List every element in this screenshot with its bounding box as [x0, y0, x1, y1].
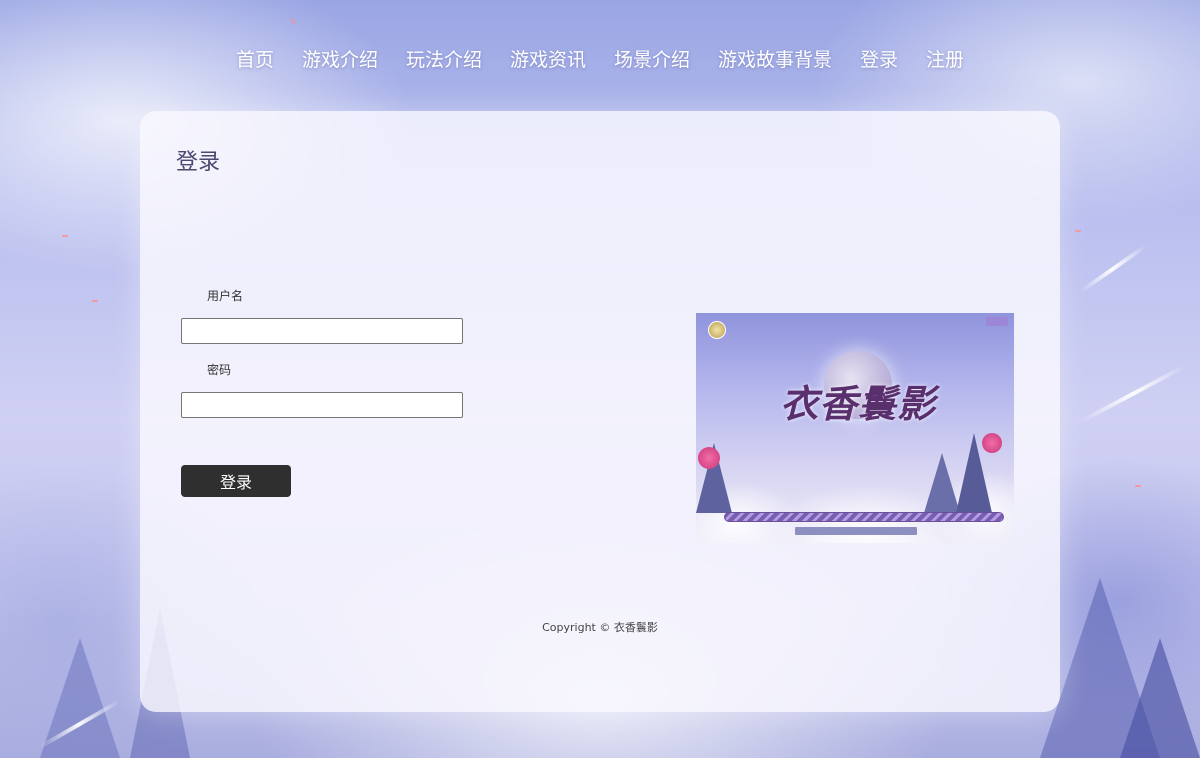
login-panel: 登录 用户名 密码 登录 衣香鬟影 Copyright © 衣香鬟影 [140, 111, 1060, 712]
bg-ember [62, 235, 68, 237]
promo-badge-icon [708, 321, 726, 339]
password-label: 密码 [207, 363, 232, 377]
bg-ember [290, 17, 296, 25]
copyright-text: Copyright © 衣香鬟影 [542, 621, 658, 634]
promo-caption-strip [795, 527, 917, 535]
promo-flower-graphic [982, 433, 1002, 453]
bg-feather-streak [1079, 363, 1187, 424]
nav-item-login[interactable]: 登录 [846, 44, 912, 76]
promo-corner-button-graphic [986, 317, 1008, 326]
promo-flower-graphic [698, 447, 720, 469]
promo-loading-bar [724, 512, 1004, 522]
nav-item-story-background[interactable]: 游戏故事背景 [704, 44, 846, 76]
bg-mountain [1120, 638, 1200, 758]
nav-item-register[interactable]: 注册 [912, 44, 978, 76]
nav-item-gameplay-intro[interactable]: 玩法介绍 [392, 44, 496, 76]
nav-item-game-intro[interactable]: 游戏介绍 [288, 44, 392, 76]
password-input[interactable] [181, 392, 463, 418]
nav-item-game-news[interactable]: 游戏资讯 [496, 44, 600, 76]
game-promo-image: 衣香鬟影 [696, 313, 1014, 543]
bg-feather-streak [1078, 244, 1147, 294]
promo-game-logo: 衣香鬟影 [780, 381, 937, 426]
username-input[interactable] [181, 318, 463, 344]
page-title: 登录 [176, 150, 221, 175]
top-navigation: 首页 游戏介绍 玩法介绍 游戏资讯 场景介绍 游戏故事背景 登录 注册 [0, 44, 1200, 76]
promo-mountain-graphic [924, 453, 960, 513]
nav-item-home[interactable]: 首页 [222, 44, 288, 76]
username-label: 用户名 [207, 289, 244, 303]
nav-item-scene-intro[interactable]: 场景介绍 [600, 44, 704, 76]
bg-ember [1135, 485, 1141, 487]
login-submit-button[interactable]: 登录 [181, 465, 291, 497]
bg-ember [1075, 230, 1081, 232]
bg-ember [92, 300, 98, 302]
